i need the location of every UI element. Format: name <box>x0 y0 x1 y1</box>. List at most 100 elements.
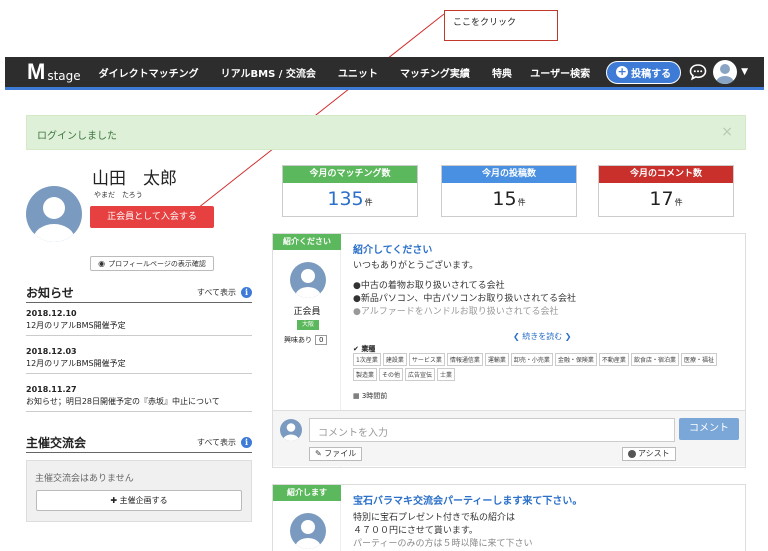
nav-real-bms[interactable]: リアルBMS / 交流会 <box>221 65 316 80</box>
news-title: お知らせ <box>26 286 74 300</box>
post-line: 特別に宝石プレゼント付きで私の紹介は <box>353 513 516 523</box>
comment-input[interactable]: コメントを入力 <box>309 418 675 442</box>
news-all-label: すべて表示 <box>196 288 236 297</box>
news-item[interactable]: 2018.12.03 12月のリアルBMS開催予定 <box>26 347 252 374</box>
nav-avatar[interactable] <box>713 60 738 84</box>
chat-icon[interactable] <box>689 63 707 81</box>
comment-area: コメントを入力 コメント ✎ ファイル アシスト <box>273 410 745 466</box>
read-more-label: 続きを読む <box>522 332 563 341</box>
plus-icon: + <box>616 65 629 78</box>
nav-links: ダイレクトマッチング リアルBMS / 交流会 ユニット マッチング実績 特典 <box>99 65 534 80</box>
industry-tag: 卸売・小売業 <box>510 353 553 366</box>
nav-direct-matching[interactable]: ダイレクトマッチング <box>99 65 199 80</box>
profile-avatar <box>26 186 82 242</box>
logo[interactable]: M stage <box>27 59 81 84</box>
post-button-label: 投稿する <box>631 68 672 80</box>
author-avatar[interactable] <box>290 513 326 549</box>
chevron-down-icon[interactable]: ▼ <box>741 67 748 77</box>
assist-icon <box>628 449 636 458</box>
post-line: ●アルファードをハンドルお取り扱いされてる会社 <box>353 307 559 317</box>
alert-message: ログインしました <box>37 131 117 142</box>
author-avatar[interactable] <box>290 262 326 298</box>
profile-view-button[interactable]: ◉ プロフィールページの表示確認 <box>90 256 214 271</box>
industry-tag: 製造業 <box>353 368 378 381</box>
industry-tag: 広告宣伝 <box>405 368 436 381</box>
join-member-button[interactable]: 正会員として入会する <box>90 206 214 228</box>
stat-value-wrap: 17件 <box>599 188 733 210</box>
commenter-avatar <box>280 419 302 441</box>
interest-counter[interactable]: 興味あり 0 <box>284 335 328 345</box>
stat-posts: 今月の投稿数 15件 <box>441 165 577 217</box>
login-alert: ログインしました × <box>26 115 746 150</box>
post-button[interactable]: + 投稿する <box>606 60 682 84</box>
logo-mark: M <box>27 59 45 84</box>
news-item[interactable]: 2018.11.27 お知らせ；明日28日開催予定の『赤坂』中止について <box>26 385 252 412</box>
logo-text: stage <box>47 69 81 83</box>
user-icon <box>33 197 75 242</box>
stat-unit: 件 <box>364 198 373 207</box>
industry-tags: 1次産業 建設業 サービス業 情報通信業 運輸業 卸売・小売業 金融・保険業 不… <box>353 353 733 383</box>
plus-icon: ✚ <box>110 496 120 505</box>
post-time: ▦ 3時間前 <box>353 391 387 401</box>
host-title: 主催交流会 <box>26 436 87 450</box>
host-box: 主催交流会はありません ✚ 主催企画する <box>26 460 252 522</box>
post-title[interactable]: 宝石バラマキ交流会パーティーします来て下さい。 <box>353 492 582 507</box>
chevron-right-icon: ❯ <box>562 332 572 341</box>
chevron-left-icon: ❮ <box>513 332 523 341</box>
annotation-callout: ここをクリック <box>444 10 558 41</box>
host-empty-text: 主催交流会はありません <box>35 474 134 484</box>
industry-tag: 医療・福祉 <box>680 353 717 366</box>
news-date: 2018.12.03 <box>26 347 77 356</box>
tag-icon: ✎ <box>315 449 325 458</box>
user-icon <box>295 520 321 549</box>
news-text: お知らせ；明日28日開催予定の『赤坂』中止について <box>26 397 220 406</box>
industry-tag: その他 <box>379 368 404 381</box>
stat-label: 今月のマッチング数 <box>283 166 417 183</box>
stat-unit: 件 <box>517 198 526 207</box>
stat-label: 今月の投稿数 <box>442 166 576 183</box>
stat-value: 17 <box>649 188 674 210</box>
nav-benefits[interactable]: 特典 <box>492 65 512 80</box>
interest-count: 0 <box>315 335 328 345</box>
stat-value-wrap: 15件 <box>442 188 576 210</box>
stat-value: 15 <box>492 188 517 210</box>
post-tag: 紹介します <box>273 485 341 501</box>
profile-view-label: プロフィールページの表示確認 <box>108 259 206 268</box>
host-all-link[interactable]: すべて表示 i <box>197 437 252 448</box>
host-add-button[interactable]: ✚ 主催企画する <box>36 490 242 511</box>
news-item[interactable]: 2018.12.10 12月のリアルBMS開催予定 <box>26 309 252 336</box>
post-line: ●新品パソコン、中古パソコンお取り扱いされてる会社 <box>353 294 577 304</box>
assist-button-label: アシスト <box>638 449 670 458</box>
news-date: 2018.11.27 <box>26 385 77 394</box>
comment-button[interactable]: コメント <box>679 418 739 440</box>
user-search-link[interactable]: ユーザー検索 <box>530 65 590 80</box>
user-icon <box>716 64 735 84</box>
post-time-text: 3時間前 <box>361 392 388 400</box>
industry-tag: 不動産業 <box>598 353 629 366</box>
nav-unit[interactable]: ユニット <box>338 65 378 80</box>
post-line: ４７００円にさせて貰います。 <box>353 526 478 536</box>
assist-button[interactable]: アシスト <box>622 447 676 461</box>
profile-name: 山田 太郎 <box>92 169 177 189</box>
file-button[interactable]: ✎ ファイル <box>309 447 363 461</box>
news-header: お知らせ すべて表示 i <box>26 283 252 303</box>
news-all-link[interactable]: すべて表示 i <box>197 287 252 298</box>
industry-tag: サービス業 <box>408 353 445 366</box>
nav-right: ユーザー検索 + 投稿する ▼ <box>530 57 748 87</box>
info-icon[interactable]: i <box>241 287 252 298</box>
stat-value-wrap: 135件 <box>283 188 417 210</box>
industry-tag: 金融・保険業 <box>554 353 597 366</box>
industry-tag: 運輸業 <box>484 353 509 366</box>
close-icon[interactable]: × <box>721 124 733 140</box>
nav-matching-results[interactable]: マッチング実績 <box>400 65 470 80</box>
industry-tag: 飲食店・宿泊業 <box>630 353 679 366</box>
user-icon <box>283 423 299 441</box>
host-header: 主催交流会 すべて表示 i <box>26 433 252 453</box>
post-title[interactable]: 紹介してください <box>353 241 432 256</box>
area-badge: 大阪 <box>297 320 319 330</box>
read-more-link[interactable]: ❮ 続きを読む ❯ <box>513 331 572 342</box>
stat-label: 今月のコメント数 <box>599 166 733 183</box>
news-text: 12月のリアルBMS開催予定 <box>26 359 126 368</box>
callout-text: ここをクリック <box>453 18 517 28</box>
info-icon[interactable]: i <box>241 437 252 448</box>
